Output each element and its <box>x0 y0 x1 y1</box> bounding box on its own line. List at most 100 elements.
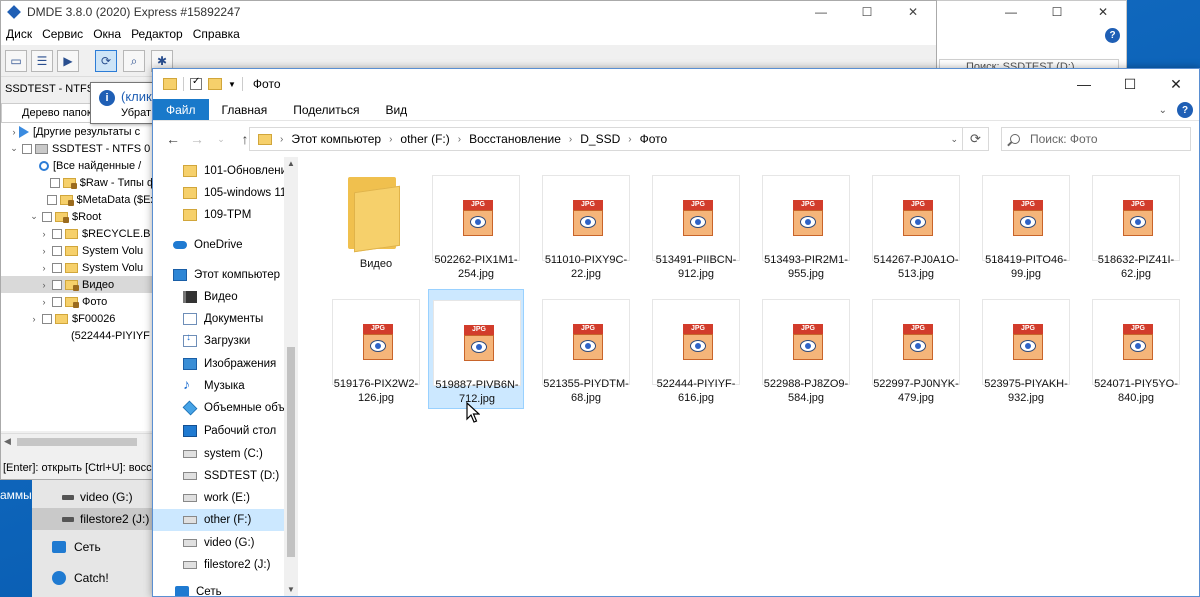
checkbox[interactable] <box>42 211 52 222</box>
menu-editor[interactable]: Редактор <box>126 27 188 41</box>
dmde-horizontal-scrollbar[interactable]: ◀ <box>1 433 156 449</box>
nav-item[interactable]: filestore2 (J:) <box>153 554 284 576</box>
nav-item[interactable]: Загрузки <box>153 330 284 352</box>
nav-item[interactable]: Музыка <box>153 375 284 397</box>
tree-item[interactable]: › System Volu <box>1 242 156 259</box>
nav-item[interactable]: Объемные объ <box>153 397 284 419</box>
file-item[interactable]: JPG 522997-PJ0NYK-479.jpg <box>868 289 964 409</box>
chevron-right-icon[interactable]: › <box>458 134 461 145</box>
tree-item[interactable]: › [Другие результаты с <box>1 123 156 140</box>
disk-icon[interactable]: ▭ <box>5 50 27 72</box>
nav-item[interactable]: Изображения <box>153 353 284 375</box>
chevron-right-icon[interactable]: › <box>9 127 19 137</box>
nav-item[interactable]: 101-Обновлени <box>153 160 284 182</box>
checkbox[interactable] <box>52 228 62 239</box>
close-icon[interactable]: ✕ <box>890 1 936 23</box>
tree-item[interactable]: ⌄ SSDTEST - NTFS 0 <box>1 140 156 157</box>
nav-item[interactable]: Рабочий стол <box>153 420 284 442</box>
file-item[interactable]: JPG 519176-PIX2W2-126.jpg <box>328 289 424 409</box>
address-bar[interactable]: › Этот компьютер › other (F:) › Восстановлен… <box>249 127 989 151</box>
nav-item[interactable]: Документы <box>153 308 284 330</box>
nav-item[interactable]: Сеть <box>153 581 284 596</box>
chevron-right-icon[interactable]: › <box>39 280 49 290</box>
play-icon[interactable]: ▶ <box>57 50 79 72</box>
menu-service[interactable]: Сервис <box>37 27 88 41</box>
tree-item[interactable]: (522444-PIYIYF <box>1 327 156 344</box>
file-item[interactable]: JPG 511010-PIXY9C-22.jpg <box>538 165 634 285</box>
tree-item[interactable]: › $RECYCLE.B <box>1 225 156 242</box>
bg-nav-network[interactable]: Сеть <box>52 540 101 554</box>
tree-item[interactable]: ⌄ $Root <box>1 208 156 225</box>
breadcrumb-item[interactable]: Этот компьютер <box>291 132 381 146</box>
file-item[interactable]: JPG 522988-PJ8ZO9-584.jpg <box>758 289 854 409</box>
nav-item[interactable]: work (E:) <box>153 487 284 509</box>
new-folder-icon[interactable] <box>208 78 222 90</box>
tree-item[interactable]: › Фото <box>1 293 156 310</box>
search-icon[interactable]: ⌕ <box>123 50 145 72</box>
nav-item[interactable]: 105-windows 11 <box>153 182 284 204</box>
navigation-scrollbar[interactable]: ▲ ▼ <box>284 157 298 596</box>
nav-item[interactable]: video (G:) <box>153 532 284 554</box>
checkbox[interactable] <box>52 279 62 290</box>
nav-item[interactable]: SSDTEST (D:) <box>153 465 284 487</box>
help-icon[interactable]: ? <box>1177 102 1193 118</box>
recent-dropdown-icon[interactable]: ⌄ <box>209 134 233 145</box>
file-item[interactable]: JPG 521355-PIYDTM-68.jpg <box>538 289 634 409</box>
breadcrumb-item[interactable]: other (F:) <box>400 132 449 146</box>
tree-item[interactable]: $Raw - Типы ф <box>1 174 156 191</box>
file-item[interactable]: JPG 523975-PIYAKH-932.jpg <box>978 289 1074 409</box>
checkbox[interactable] <box>52 262 62 273</box>
minimize-icon[interactable]: — <box>798 1 844 23</box>
file-item[interactable]: JPG 502262-PIX1M1-254.jpg <box>428 165 524 285</box>
chevron-down-icon[interactable]: ⌄ <box>950 134 958 145</box>
chevron-right-icon[interactable]: › <box>569 134 572 145</box>
chevron-right-icon[interactable]: › <box>389 134 392 145</box>
file-item[interactable]: JPG 513491-PIIBCN-912.jpg <box>648 165 744 285</box>
close-icon[interactable]: ✕ <box>1153 69 1199 99</box>
chevron-right-icon[interactable]: › <box>29 314 39 324</box>
folder-item[interactable]: Видео <box>328 165 424 285</box>
menu-disk[interactable]: Диск <box>1 27 37 41</box>
file-item[interactable]: JPG 519887-PIVB6N-712.jpg <box>428 289 524 409</box>
menu-help[interactable]: Справка <box>188 27 245 41</box>
file-item[interactable]: JPG 524071-PIY5YO-840.jpg <box>1088 289 1184 409</box>
expand-ribbon-icon[interactable]: ⌄ <box>1159 105 1167 116</box>
nav-item[interactable]: Этот компьютер <box>153 264 284 286</box>
file-item[interactable]: JPG 522444-PIYIYF-616.jpg <box>648 289 744 409</box>
refresh-icon[interactable]: ⟳ <box>95 50 117 72</box>
scroll-thumb[interactable] <box>287 347 295 557</box>
bg-nav-drive-video[interactable]: video (G:) <box>32 486 154 508</box>
tree-item[interactable]: › System Volu <box>1 259 156 276</box>
refresh-icon[interactable]: ⟳ <box>962 128 988 150</box>
file-item[interactable]: JPG 514267-PJ0A1O-513.jpg <box>868 165 964 285</box>
chevron-right-icon[interactable]: › <box>39 246 49 256</box>
chevron-right-icon[interactable]: › <box>628 134 631 145</box>
checkbox[interactable] <box>22 143 32 154</box>
chevron-right-icon[interactable]: › <box>39 297 49 307</box>
tab-view[interactable]: Вид <box>372 99 420 120</box>
bg-nav-catch[interactable]: Catch! <box>52 571 109 585</box>
back-arrow-icon[interactable]: ← <box>161 131 185 147</box>
scroll-up-icon[interactable]: ▲ <box>287 159 295 168</box>
scroll-thumb[interactable] <box>17 438 137 446</box>
minimize-icon[interactable]: — <box>1061 69 1107 99</box>
chevron-down-icon[interactable]: ▼ <box>228 80 236 89</box>
checkbox[interactable] <box>42 313 52 324</box>
nav-item[interactable]: system (C:) <box>153 443 284 465</box>
scroll-down-icon[interactable]: ▼ <box>287 585 295 594</box>
chevron-right-icon[interactable]: › <box>39 229 49 239</box>
chevron-right-icon[interactable]: › <box>280 134 283 145</box>
file-item[interactable]: JPG 518632-PIZ41I-62.jpg <box>1088 165 1184 285</box>
breadcrumb-item[interactable]: Восстановление <box>469 132 561 146</box>
properties-icon[interactable] <box>190 76 202 90</box>
maximize-icon[interactable]: ☐ <box>1107 69 1153 99</box>
nav-item[interactable]: other (F:) <box>153 509 284 531</box>
maximize-icon[interactable]: ☐ <box>1034 1 1080 23</box>
tab-share[interactable]: Поделиться <box>280 99 372 120</box>
checkbox[interactable] <box>49 177 60 188</box>
partitions-icon[interactable]: ☰ <box>31 50 53 72</box>
forward-arrow-icon[interactable]: → <box>185 131 209 147</box>
menu-windows[interactable]: Окна <box>88 27 126 41</box>
search-input[interactable]: Поиск: Фото <box>1001 127 1191 151</box>
chevron-right-icon[interactable]: › <box>39 263 49 273</box>
